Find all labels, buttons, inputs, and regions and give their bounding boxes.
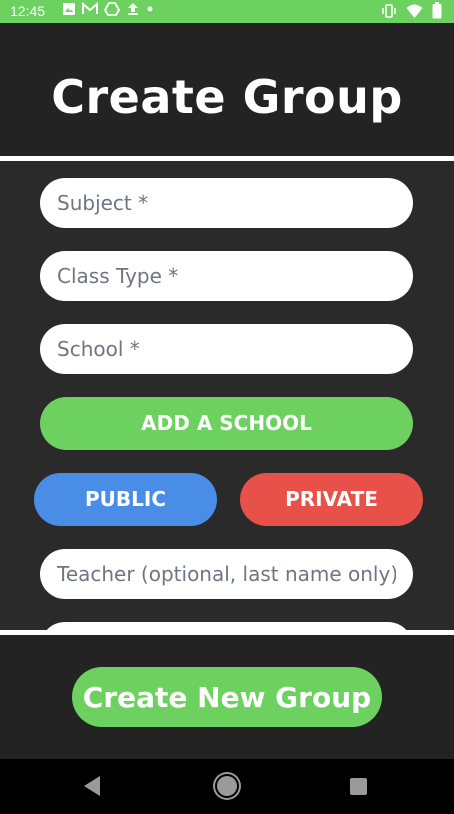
subject-input[interactable] [40,178,413,228]
upload-icon [128,3,138,15]
gmail-icon [82,2,98,14]
school-input[interactable] [40,324,413,374]
back-icon[interactable] [84,776,100,796]
create-new-group-button[interactable]: Create New Group [72,667,382,727]
recents-icon[interactable] [350,778,367,795]
notification-icons [62,2,154,16]
next-input-partial[interactable] [40,622,413,630]
home-icon[interactable] [217,776,237,796]
add-school-button[interactable]: ADD A SCHOOL [40,397,413,450]
drive-icon [104,2,120,16]
footer: Create New Group [0,635,454,759]
wifi-icon [406,4,423,18]
navigation-bar [0,759,454,814]
teacher-input[interactable] [40,549,413,599]
form-scroll-area[interactable]: ADD A SCHOOL PUBLIC PRIVATE [0,161,454,630]
private-button[interactable]: PRIVATE [240,473,423,526]
header: Create Group [0,23,454,156]
page-title: Create Group [51,70,403,124]
class-type-input[interactable] [40,251,413,301]
battery-icon [432,2,442,19]
image-icon [63,3,75,15]
vibrate-icon [382,3,396,18]
public-button[interactable]: PUBLIC [34,473,217,526]
dot-icon [147,6,153,12]
status-bar: 12:45 [0,0,454,23]
status-time: 12:45 [10,3,46,19]
system-icons [381,2,442,19]
